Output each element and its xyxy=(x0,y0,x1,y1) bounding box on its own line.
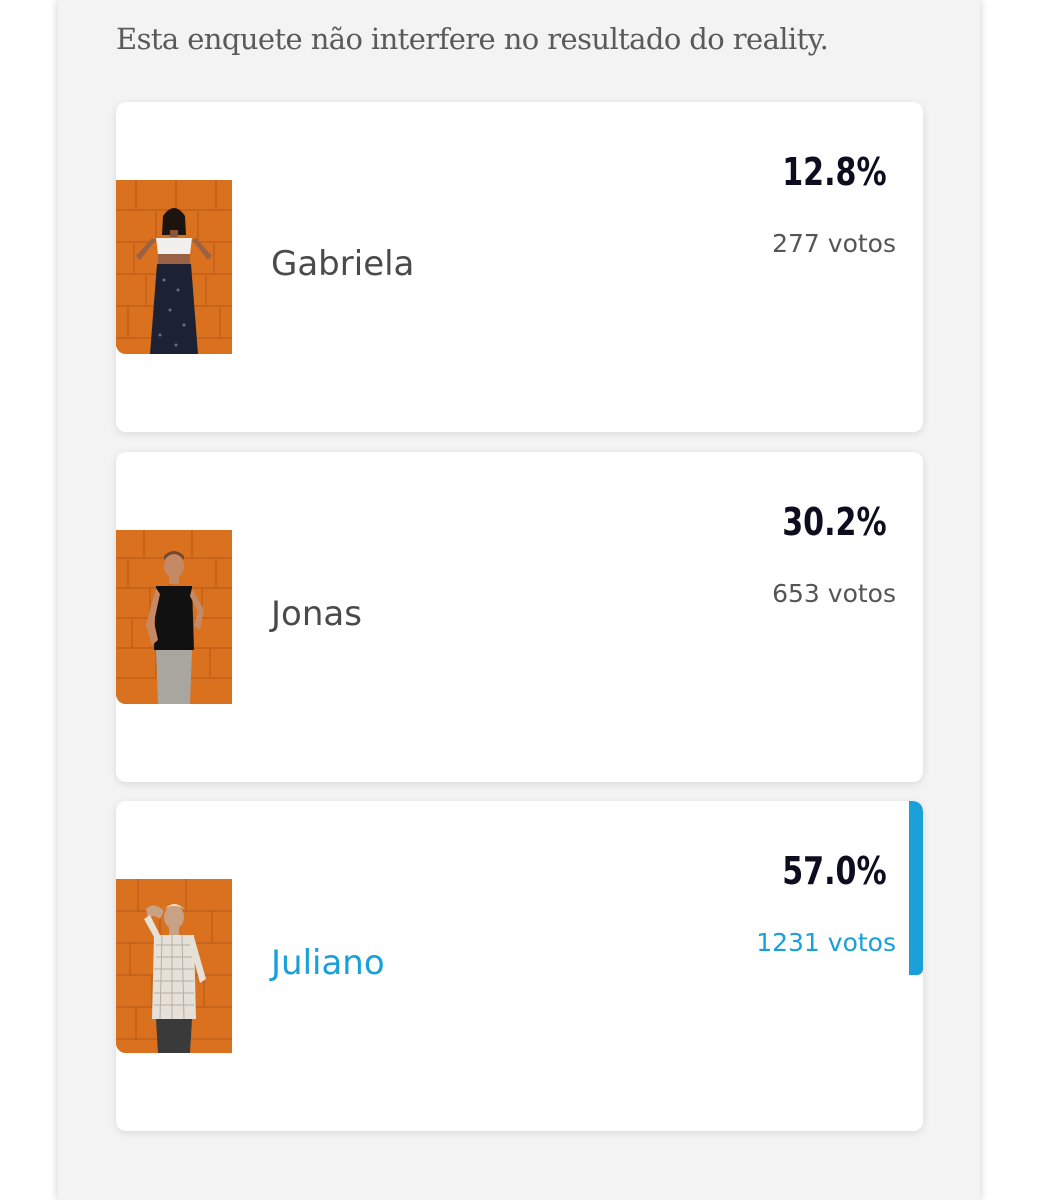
poll-option-jonas[interactable]: Jonas 30.2% 653 votos xyxy=(116,452,923,782)
candidate-name: Juliano xyxy=(271,943,385,983)
vote-count: 277 votos xyxy=(772,229,896,258)
poll-option-juliano[interactable]: Juliano 57.0% 1231 votos xyxy=(116,801,923,1131)
candidate-name: Jonas xyxy=(271,594,362,634)
vote-count: 1231 votos xyxy=(756,928,896,957)
vote-percentage: 30.2% xyxy=(782,500,887,544)
candidate-photo xyxy=(116,879,232,1053)
candidate-name: Gabriela xyxy=(271,244,415,284)
candidate-photo xyxy=(116,530,232,704)
vote-percentage: 57.0% xyxy=(782,849,887,893)
leading-indicator-bar xyxy=(909,801,923,975)
poll-disclaimer: Esta enquete não interfere no resultado … xyxy=(116,22,829,56)
poll-option-gabriela[interactable]: Gabriela 12.8% 277 votos xyxy=(116,102,923,432)
candidate-photo xyxy=(116,180,232,354)
vote-percentage: 12.8% xyxy=(782,150,887,194)
vote-count: 653 votos xyxy=(772,579,896,608)
